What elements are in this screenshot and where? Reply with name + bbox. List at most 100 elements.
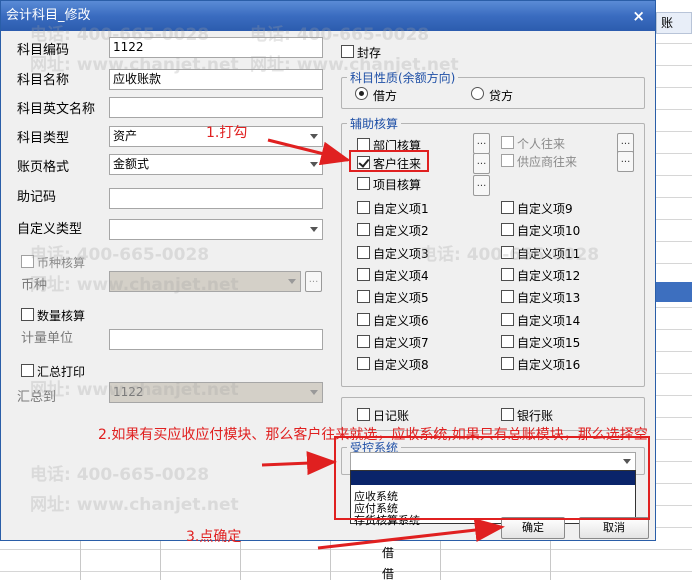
account-code-label: 科目编码 [17, 43, 70, 58]
custom-item-checkbox[interactable] [357, 223, 370, 236]
quantity-checkbox[interactable] [21, 308, 34, 321]
dialog-titlebar[interactable]: 会计科目_修改 × [1, 1, 655, 31]
grid-line [160, 540, 161, 580]
currency-select[interactable] [109, 271, 301, 292]
nature-title: 科目性质(余额方向) [347, 69, 459, 86]
grid-line [330, 540, 331, 580]
project-browse-button[interactable]: ... [473, 175, 490, 196]
custom-item-label: 自定义项1 [373, 202, 429, 216]
personal-label: 个人往来 [517, 137, 566, 151]
grid-line [240, 540, 241, 580]
dialog-title: 会计科目_修改 [6, 8, 91, 23]
mnemonic-input[interactable] [109, 188, 323, 209]
custom-item-checkbox[interactable] [501, 335, 514, 348]
chevron-down-icon [310, 390, 318, 395]
custom-item-checkbox[interactable] [357, 246, 370, 259]
sealed-checkbox[interactable] [341, 45, 354, 58]
summary-to-value: 1122 [113, 385, 144, 399]
dept-browse-button[interactable]: ... [473, 133, 490, 154]
credit-radio[interactable] [471, 87, 484, 100]
custom-item-label: 自定义项4 [373, 269, 429, 283]
custom-item-checkbox[interactable] [501, 201, 514, 214]
summary-to-select[interactable]: 1122 [109, 382, 323, 403]
highlight-controlled-box [334, 436, 650, 520]
custom-item-label: 自定义项14 [517, 314, 581, 328]
custom-type-select[interactable] [109, 219, 323, 240]
custom-item-label: 自定义项8 [373, 358, 429, 372]
custom-item-checkbox[interactable] [501, 313, 514, 326]
summary-print-checkbox[interactable] [21, 364, 34, 377]
custom-item-checkbox[interactable] [357, 357, 370, 370]
custom-item-label: 自定义项11 [517, 247, 581, 261]
debit-radio[interactable] [355, 87, 368, 100]
custom-item-checkbox[interactable] [501, 357, 514, 370]
custom-item-label: 自定义项7 [373, 336, 429, 350]
custom-item-checkbox[interactable] [357, 201, 370, 214]
ok-button[interactable]: 确定 [501, 517, 565, 539]
account-english-label: 科目英文名称 [17, 102, 96, 117]
grid-cell-direction: 借 [382, 567, 395, 580]
mnemonic-label: 助记码 [17, 190, 57, 205]
custom-item-label: 自定义项9 [517, 202, 573, 216]
summary-print-label: 汇总打印 [37, 365, 86, 379]
custom-item-label: 自定义项12 [517, 269, 581, 283]
supplier-label: 供应商往来 [517, 155, 578, 169]
chevron-down-icon [288, 279, 296, 284]
custom-item-label: 自定义项6 [373, 314, 429, 328]
account-type-value: 资产 [113, 129, 138, 143]
custom-item-checkbox[interactable] [501, 290, 514, 303]
page-format-value: 金额式 [113, 157, 150, 171]
quantity-check-label: 数量核算 [37, 309, 86, 323]
custom-item-label: 自定义项15 [517, 336, 581, 350]
custom-item-label: 自定义项16 [517, 358, 581, 372]
journal-checkbox[interactable] [357, 408, 370, 421]
custom-item-checkbox[interactable] [357, 313, 370, 326]
account-type-label: 科目类型 [17, 131, 70, 146]
custom-item-checkbox[interactable] [501, 246, 514, 259]
chevron-down-icon [310, 162, 318, 167]
account-english-input[interactable] [109, 97, 323, 118]
custom-item-checkbox[interactable] [357, 335, 370, 348]
bank-checkbox[interactable] [501, 408, 514, 421]
unit-label: 计量单位 [21, 331, 74, 346]
chevron-down-icon [310, 227, 318, 232]
project-checkbox[interactable] [357, 177, 370, 190]
custom-item-checkbox[interactable] [501, 268, 514, 281]
custom-type-label: 自定义类型 [17, 222, 83, 237]
aux-title: 辅助核算 [347, 115, 402, 132]
currency-checkbox[interactable] [21, 255, 34, 268]
sealed-label: 封存 [357, 46, 382, 60]
custom-item-label: 自定义项13 [517, 291, 581, 305]
chevron-down-icon [310, 134, 318, 139]
custom-item-checkbox[interactable] [501, 223, 514, 236]
account-code-input[interactable]: 1122 [109, 37, 323, 58]
grid-cell-direction: 借 [382, 546, 395, 560]
personal-checkbox[interactable] [501, 136, 514, 149]
supplier-checkbox[interactable] [501, 154, 514, 167]
currency-browse-button[interactable]: ... [305, 271, 322, 292]
background-selected-row[interactable] [656, 282, 692, 302]
customer-browse-button[interactable]: ... [473, 153, 490, 174]
page-format-select[interactable]: 金额式 [109, 154, 323, 175]
custom-item-label: 自定义项5 [373, 291, 429, 305]
close-icon[interactable]: × [632, 1, 645, 31]
custom-item-checkbox[interactable] [357, 268, 370, 281]
cancel-button[interactable]: 取消 [579, 517, 649, 539]
debit-label: 借方 [373, 89, 398, 103]
page-format-label: 账页格式 [17, 160, 70, 175]
currency-label: 币种 [21, 278, 48, 293]
custom-item-label: 自定义项3 [373, 247, 429, 261]
currency-check-label: 币种核算 [37, 256, 86, 270]
unit-input[interactable] [109, 329, 323, 350]
custom-item-checkbox[interactable] [357, 290, 370, 303]
custom-item-label: 自定义项2 [373, 224, 429, 238]
credit-label: 贷方 [489, 89, 514, 103]
account-name-label: 科目名称 [17, 73, 70, 88]
grid-line [550, 540, 551, 580]
supplier-browse-button[interactable]: ... [617, 151, 634, 172]
grid-line [440, 540, 441, 580]
account-name-input[interactable]: 应收账款 [109, 69, 323, 90]
annotation-step3: 3.点确定 [186, 529, 242, 545]
highlight-customer-box [349, 150, 429, 172]
custom-item-label: 自定义项10 [517, 224, 581, 238]
